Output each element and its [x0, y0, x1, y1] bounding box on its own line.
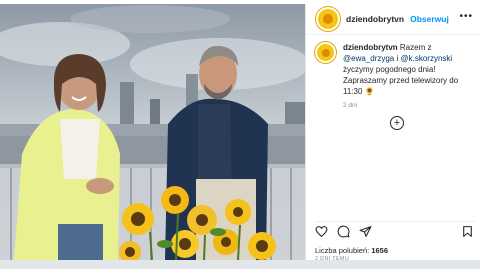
likes-number: 1656	[371, 246, 388, 255]
sunflower-icon	[323, 14, 333, 24]
caption-avatar[interactable]	[315, 42, 336, 63]
post-caption: dziendobrytvn Razem z @ewa_drzyga i @k.s…	[315, 42, 475, 111]
share-icon[interactable]	[359, 225, 372, 238]
caption-text: dziendobrytvn Razem z @ewa_drzyga i @k.s…	[343, 42, 473, 111]
caption-username[interactable]: dziendobrytvn	[343, 43, 398, 52]
caption-conj: i	[396, 54, 399, 63]
caption-lead: Razem z	[399, 43, 432, 52]
mention-link[interactable]: @ewa_drzyga	[343, 54, 394, 63]
comment-icon[interactable]	[337, 225, 350, 238]
action-bar	[315, 221, 475, 241]
heart-icon[interactable]	[315, 225, 328, 238]
likes-count[interactable]: Liczba polubień: 1656	[315, 246, 388, 255]
add-icon[interactable]: +	[390, 116, 404, 130]
post-header: dziendobrytvn Obserwuj •••	[306, 4, 480, 35]
sunflower-icon	[321, 48, 330, 57]
follow-button[interactable]: Obserwuj	[410, 14, 449, 24]
bottom-strip	[0, 260, 480, 269]
post-frame: dziendobrytvn Obserwuj ••• dziendobrytvn…	[0, 0, 480, 269]
bookmark-icon[interactable]	[461, 225, 474, 238]
more-icon[interactable]: •••	[459, 11, 473, 22]
post-photo[interactable]	[0, 4, 305, 260]
caption-time: 2 dni	[343, 102, 358, 109]
caption-body: życzymy pogodnego dnia! Zapraszamy przed…	[343, 65, 459, 96]
post-sidebar: dziendobrytvn Obserwuj ••• dziendobrytvn…	[305, 4, 480, 262]
photo-scene	[0, 4, 305, 260]
mention-link[interactable]: @k.skorzynski	[401, 54, 453, 63]
likes-label: Liczba polubień:	[315, 246, 370, 255]
username-link[interactable]: dziendobrytvn	[346, 14, 404, 24]
avatar[interactable]	[316, 7, 340, 31]
